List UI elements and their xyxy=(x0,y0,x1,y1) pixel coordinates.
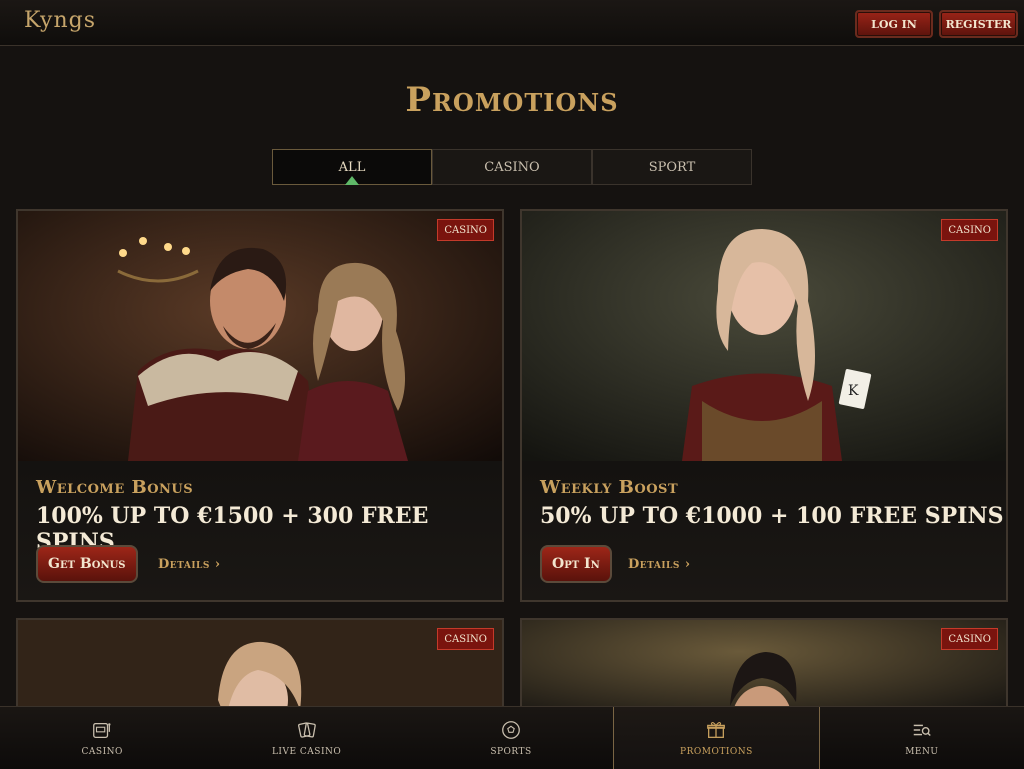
tab-casino[interactable]: CASINO xyxy=(432,149,592,185)
category-badge: CASINO xyxy=(437,219,494,241)
nav-live-casino-label: LIVE CASINO xyxy=(271,747,342,757)
nav-casino-label: CASINO xyxy=(81,747,123,757)
promo-subtitle: Weekly Boost xyxy=(540,477,679,498)
promo-image-queen-card[interactable]: K CASINO xyxy=(522,211,1006,461)
category-badge: CASINO xyxy=(437,628,494,650)
menu-search-icon xyxy=(913,724,931,737)
login-button[interactable]: LOG IN xyxy=(855,10,933,38)
promo-card-body: Welcome Bonus 100% UP TO €1500 + 300 FRE… xyxy=(18,461,502,600)
slot-machine-icon xyxy=(93,722,111,738)
tab-sport-label: SPORT xyxy=(648,159,696,175)
category-badge: CASINO xyxy=(941,628,998,650)
nav-promotions-label: PROMOTIONS xyxy=(680,747,753,757)
register-button[interactable]: REGISTER xyxy=(939,10,1018,38)
page-title: Promotions xyxy=(405,80,619,120)
tab-sport[interactable]: SPORT xyxy=(592,149,752,185)
details-link[interactable]: Details › xyxy=(628,557,691,572)
category-badge: CASINO xyxy=(941,219,998,241)
nav-sports-label: SPORTS xyxy=(490,747,532,757)
active-indicator-icon xyxy=(345,176,359,185)
nav-menu[interactable]: MENU xyxy=(820,707,1024,769)
tab-all[interactable]: ALL xyxy=(272,149,432,185)
bottom-navigation: CASINO LIVE CASINO SPORTS PROMOTIONS MEN… xyxy=(0,706,1024,769)
tab-casino-label: CASINO xyxy=(484,159,540,175)
promo-card-weekly-boost: K CASINO Weekly Boost 50% UP TO €1000 + … xyxy=(520,209,1008,602)
gift-icon xyxy=(707,722,726,738)
svg-text:K: K xyxy=(848,383,859,399)
get-bonus-button[interactable]: Get Bonus xyxy=(36,545,138,583)
promo-image-royal-couple[interactable]: CASINO xyxy=(18,211,502,461)
nav-promotions[interactable]: PROMOTIONS xyxy=(613,707,820,769)
nav-live-casino[interactable]: LIVE CASINO xyxy=(204,707,408,769)
promo-card-welcome-bonus: CASINO Welcome Bonus 100% UP TO €1500 + … xyxy=(16,209,504,602)
cards-icon xyxy=(297,722,316,738)
nav-menu-label: MENU xyxy=(905,747,939,757)
tab-all-label: ALL xyxy=(338,159,366,175)
top-header: Kyngs LOG IN REGISTER xyxy=(0,0,1024,46)
details-link[interactable]: Details › xyxy=(158,557,221,572)
promo-title: 50% UP TO €1000 + 100 FREE SPINS xyxy=(540,503,1004,529)
nav-casino[interactable]: CASINO xyxy=(0,707,204,769)
soccer-ball-icon xyxy=(502,721,520,739)
opt-in-button[interactable]: Opt In xyxy=(540,545,612,583)
nav-sports[interactable]: SPORTS xyxy=(409,707,613,769)
kyngs-logo[interactable]: Kyngs xyxy=(24,8,96,33)
promo-card-body: Weekly Boost 50% UP TO €1000 + 100 FREE … xyxy=(522,461,1006,600)
promo-filter-tabs: ALL CASINO SPORT xyxy=(272,149,752,185)
promo-subtitle: Welcome Bonus xyxy=(36,477,194,498)
